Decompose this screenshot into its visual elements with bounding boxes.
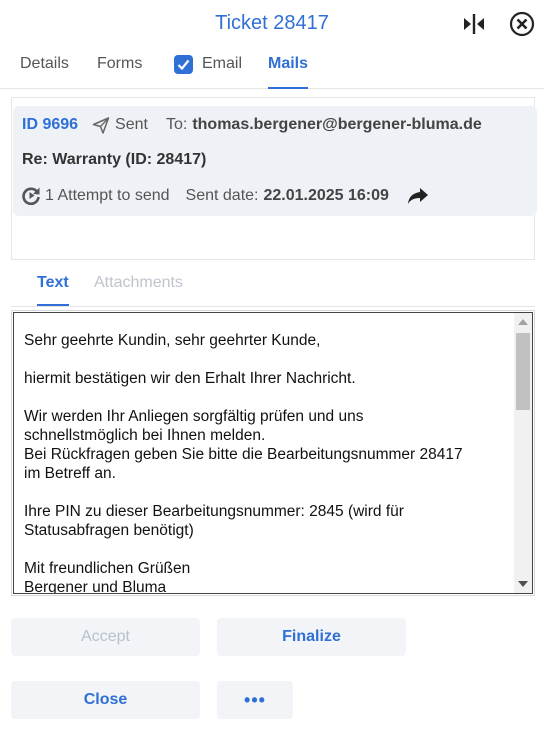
email-checkbox[interactable] <box>174 55 193 74</box>
mail-body-textbox[interactable]: Sehr geehrte Kundin, sehr geehrter Kunde… <box>13 312 533 594</box>
finalize-button[interactable]: Finalize <box>217 618 406 656</box>
scroll-down-icon[interactable] <box>518 581 528 587</box>
vertical-scrollbar[interactable] <box>514 313 532 593</box>
mail-card[interactable]: ID 9696 Sent To: thomas.bergener@bergene… <box>11 97 537 260</box>
scroll-up-icon[interactable] <box>518 319 528 325</box>
accept-button[interactable]: Accept <box>11 618 200 656</box>
mail-subject: Re: Warranty (ID: 28417) <box>22 151 207 168</box>
send-attempts: 1 Attempt to send <box>45 186 170 204</box>
sent-date: 22.01.2025 16:09 <box>263 186 389 204</box>
tab-email[interactable]: Email <box>202 54 242 88</box>
mail-body-text: Sehr geehrte Kundin, sehr geehrter Kunde… <box>24 331 509 594</box>
more-options-button[interactable]: ••• <box>217 681 293 719</box>
tab-forms[interactable]: Forms <box>97 54 142 88</box>
forward-icon[interactable] <box>407 187 429 205</box>
sent-date-label: Sent date: <box>185 186 259 204</box>
body-paragraph: Wir werden Ihr Anliegen sorgfältig prüfe… <box>24 408 463 482</box>
tab-attachments[interactable]: Attachments <box>94 274 183 292</box>
send-icon <box>92 116 110 134</box>
mail-summary: ID 9696 Sent To: thomas.bergener@bergene… <box>13 106 537 216</box>
close-circle-icon[interactable] <box>508 10 536 38</box>
body-paragraph: Sehr geehrte Kundin, sehr geehrter Kunde… <box>24 332 321 349</box>
to-address: thomas.bergener@bergener-bluma.de <box>192 116 482 133</box>
mail-send-row: 1 Attempt to send Sent date: 22.01.2025 … <box>22 186 429 205</box>
main-tabs: Details Forms Email Mails <box>0 48 544 89</box>
tab-details[interactable]: Details <box>20 54 69 88</box>
split-view-icon[interactable] <box>460 10 488 38</box>
scroll-thumb[interactable] <box>516 333 530 410</box>
mail-id[interactable]: ID 9696 <box>22 116 78 134</box>
mail-status: Sent <box>115 116 148 133</box>
mail-meta-row: ID 9696 Sent To: thomas.bergener@bergene… <box>22 116 482 134</box>
close-button[interactable]: Close <box>11 681 200 719</box>
checkmark-icon <box>177 59 190 70</box>
body-paragraph: hiermit bestätigen wir den Erhalt Ihrer … <box>24 370 356 387</box>
retry-icon <box>22 186 41 205</box>
body-paragraph: Ihre PIN zu dieser Bearbeitungsnummer: 2… <box>24 503 404 539</box>
to-label: To: <box>165 116 188 133</box>
tab-text[interactable]: Text <box>37 274 69 306</box>
header: Ticket 28417 <box>0 0 544 48</box>
content-tabs: Text Attachments <box>11 266 535 307</box>
body-paragraph: Mit freundlichen Grüßen Bergener und Blu… <box>24 560 191 594</box>
tab-mails[interactable]: Mails <box>268 54 309 89</box>
mail-body-frame: Sehr geehrte Kundin, sehr geehrter Kunde… <box>11 310 535 596</box>
